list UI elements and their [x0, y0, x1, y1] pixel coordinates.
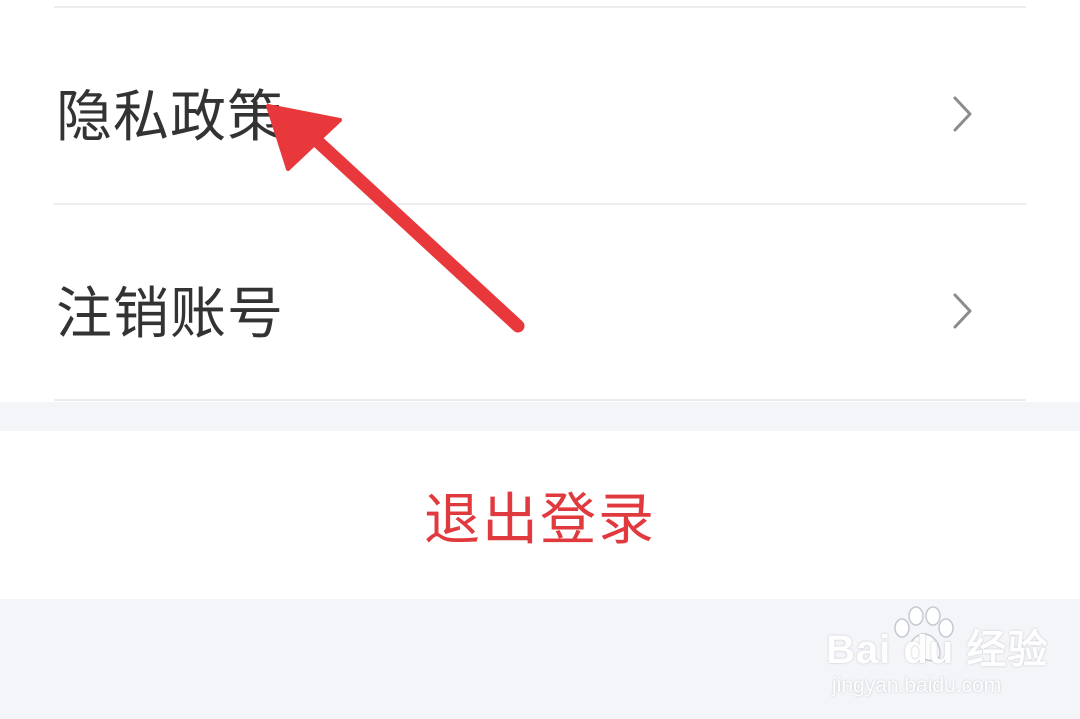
menu-item-label: 隐私政策 [56, 85, 284, 150]
watermark-url: jingyan.baidu.com [832, 674, 1002, 697]
menu-item-label: 注销账号 [56, 282, 284, 347]
chevron-right-icon [944, 291, 980, 331]
section-gap [0, 402, 1080, 431]
logout-card: 退出登录 [0, 431, 1080, 599]
menu-divider [54, 399, 1026, 401]
settings-menu-card: 隐私政策 注销账号 [0, 0, 1080, 402]
baidu-jingyan-watermark: Bai du 经验 jingyan.baidu.com [826, 606, 1049, 697]
menu-item-privacy-policy[interactable]: 隐私政策 [0, 8, 1080, 202]
paw-logo-icon [894, 606, 954, 662]
logout-button[interactable]: 退出登录 [0, 431, 1080, 599]
logout-label: 退出登录 [424, 488, 656, 553]
watermark-brand: Bai du 经验 [826, 628, 1049, 672]
chevron-right-icon [944, 94, 980, 134]
menu-item-delete-account[interactable]: 注销账号 [0, 205, 1080, 399]
